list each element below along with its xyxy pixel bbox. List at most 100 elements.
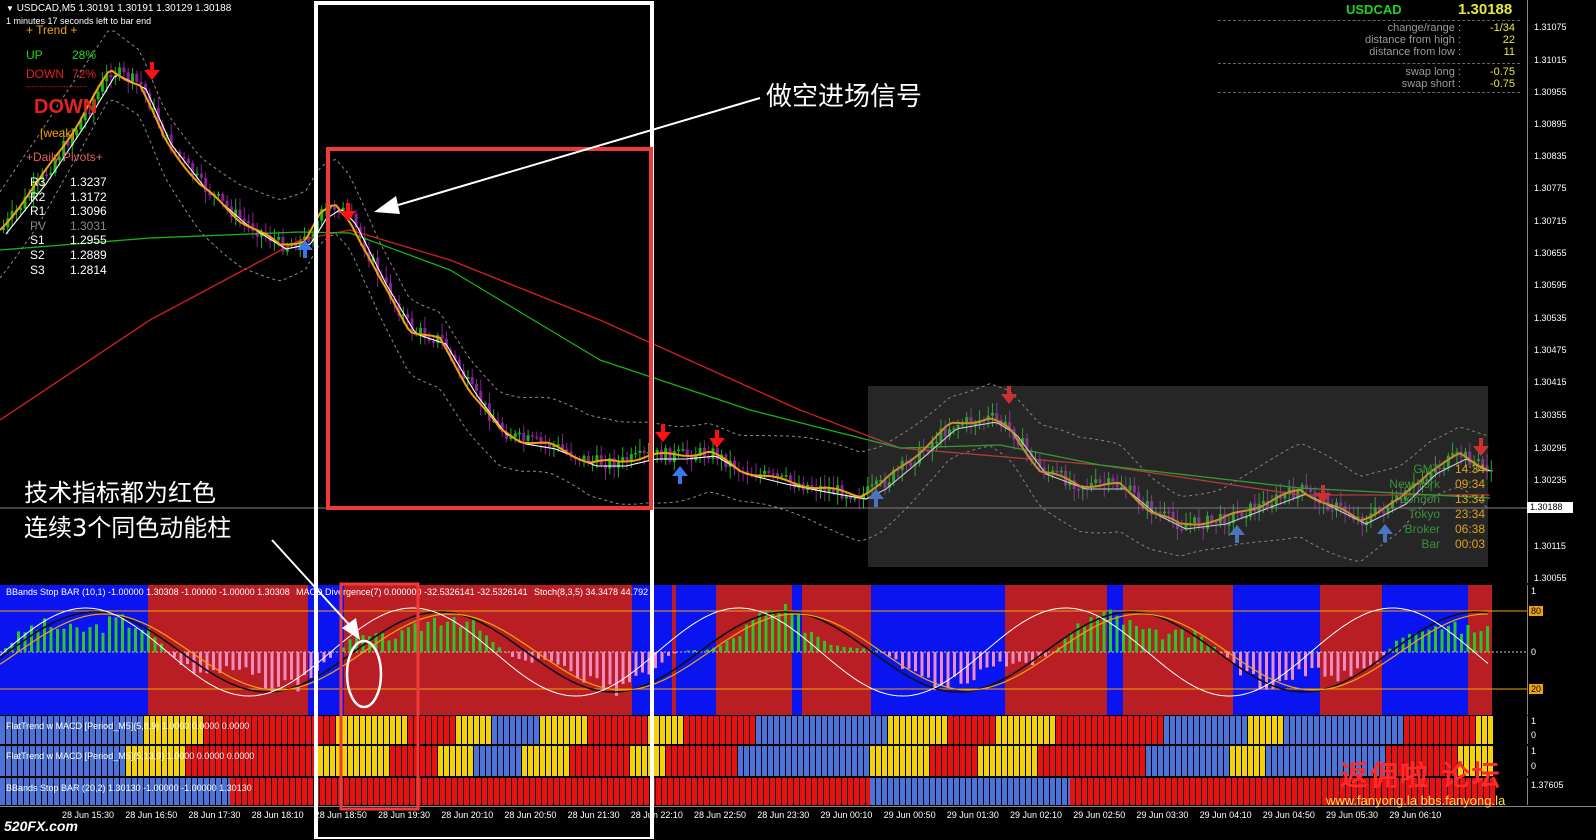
momentum-bar: [95, 624, 98, 652]
momentum-bar: [1239, 652, 1242, 675]
candle-body: [621, 457, 624, 461]
momentum-bar: [349, 639, 352, 652]
flattrend-1-bar: [1008, 716, 1013, 744]
flattrend-2-bar: [714, 746, 719, 776]
trend-down-value: 72%: [72, 67, 96, 81]
bbands-bar2-cell: [1130, 778, 1135, 805]
flattrend-2-bar: [1326, 746, 1331, 776]
momentum-bar: [726, 641, 729, 652]
momentum-bar: [245, 652, 248, 667]
bbands-bar2-cell: [314, 778, 319, 805]
flattrend-1-bar: [480, 716, 485, 744]
flattrend-2-bar: [762, 746, 767, 776]
flattrend-2-label: FlatTrend w MACD [Period_M5](5,13,9) 1.0…: [6, 751, 254, 761]
flattrend-2-bar: [390, 746, 395, 776]
momentum-bar: [440, 626, 443, 652]
flattrend-1-bar: [966, 716, 971, 744]
bbands-bar2-cell: [0, 778, 5, 805]
price-axis[interactable]: 1.310751.310151.309551.308951.308351.307…: [1527, 0, 1596, 583]
flattrend-1-bar: [972, 716, 977, 744]
flattrend-1-bar: [816, 716, 821, 744]
bbands-bar2-cell: [1232, 778, 1237, 805]
momentum-bar: [628, 652, 631, 682]
sell-signal-arrow: [340, 203, 356, 221]
price-axis-tick: 1.30355: [1534, 410, 1567, 420]
momentum-bar: [784, 604, 787, 652]
momentum-bar: [102, 633, 105, 652]
candle-body: [514, 433, 517, 437]
flattrend-1-bar: [834, 716, 839, 744]
momentum-bar: [394, 639, 397, 652]
flattrend-2-bar: [684, 746, 689, 776]
flattrend-1-bar: [996, 716, 1001, 744]
candle-body: [604, 465, 607, 469]
flattrend-2-bar: [636, 746, 641, 776]
flattrend-pane-1[interactable]: FlatTrend w MACD [Period_M5](5,8,9) 1.00…: [0, 716, 1527, 744]
flattrend-1-bar: [1488, 716, 1493, 744]
momentum-bar: [232, 652, 235, 670]
flattrend-2-bar: [1140, 746, 1145, 776]
flattrend-2-bar: [1296, 746, 1301, 776]
momentum-bar: [407, 627, 410, 652]
flattrend-2-bar: [654, 746, 659, 776]
flattrend-2-bar: [1086, 746, 1091, 776]
momentum-bar: [219, 652, 222, 673]
time-axis[interactable]: 28 Jun 15:3028 Jun 16:5028 Jun 17:3028 J…: [0, 806, 1596, 840]
candle-body: [243, 219, 246, 221]
flattrend-2-bar: [534, 746, 539, 776]
momentum-bar: [1116, 616, 1119, 652]
bbands-bar2-cell: [930, 778, 935, 805]
candle-body: [200, 174, 203, 178]
flattrend-1-bar: [1368, 716, 1373, 744]
candle-body: [785, 475, 788, 477]
time-axis-tick: 28 Jun 21:30: [568, 810, 620, 820]
flattrend-1-bar: [666, 716, 671, 744]
time-axis-tick: 28 Jun 20:10: [441, 810, 493, 820]
flattrend-2-bar: [1146, 746, 1151, 776]
momentum-bar: [557, 652, 560, 665]
momentum-bar: [1363, 652, 1366, 668]
momentum-bar: [719, 646, 722, 652]
flattrend-2-bar: [1002, 746, 1007, 776]
header-dropdown-icon[interactable]: ▼: [6, 4, 14, 13]
candle-body: [643, 451, 646, 453]
momentum-bar: [498, 647, 501, 652]
oscillator-zone: [1320, 585, 1382, 715]
price-axis-tick: 1.30115: [1534, 541, 1566, 551]
flattrend-pane-2[interactable]: FlatTrend w MACD [Period_M5](5,13,9) 1.0…: [0, 746, 1527, 776]
momentum-bar: [128, 628, 131, 652]
bbands-bar2-cell: [1002, 778, 1007, 805]
flattrend-1-bar: [1236, 716, 1241, 744]
flattrend-2-bar: [450, 746, 455, 776]
bbands-bar2-cell: [446, 778, 451, 805]
flattrend-2-bar: [336, 746, 341, 776]
bbands-bar2-cell: [374, 778, 379, 805]
momentum-bar: [875, 650, 878, 652]
bbands-bar2-cell: [806, 778, 811, 805]
flattrend-1-bar: [1062, 716, 1067, 744]
momentum-bar: [284, 652, 287, 680]
flattrend-1-bar: [498, 716, 503, 744]
bbands-bar2-cell: [1220, 778, 1225, 805]
flattrend-2-bar: [564, 746, 569, 776]
flattrend-1-bar: [294, 716, 299, 744]
flattrend-1-bar: [450, 716, 455, 744]
flattrend-2-bar: [1104, 746, 1109, 776]
time-axis-tick: 28 Jun 18:50: [315, 810, 367, 820]
flattrend-2-bar: [324, 746, 329, 776]
oscillator-pane[interactable]: BBands Stop BAR (10,1) -1.00000 1.30308 …: [0, 585, 1527, 715]
flattrend-1-bar: [1128, 716, 1133, 744]
bb2-axis-label: 1.37605: [1531, 780, 1564, 790]
flattrend-2-bar: [354, 746, 359, 776]
bbands-bar2-pane[interactable]: BBands Stop BAR (20,2) 1.30130 -1.00000 …: [0, 778, 1527, 805]
flattrend-1-bar: [384, 716, 389, 744]
bbands-bar2-cell: [1298, 778, 1303, 805]
flattrend-2-bar: [846, 746, 851, 776]
flattrend-1-bar: [900, 716, 905, 744]
flattrend-2-bar: [1284, 746, 1289, 776]
flattrend-1-bar: [780, 716, 785, 744]
bbands-bar2-cell: [1094, 778, 1099, 805]
oscillator-zone: [1233, 585, 1320, 715]
candle-body: [531, 435, 534, 437]
bbands-bar2-cell: [1082, 778, 1087, 805]
